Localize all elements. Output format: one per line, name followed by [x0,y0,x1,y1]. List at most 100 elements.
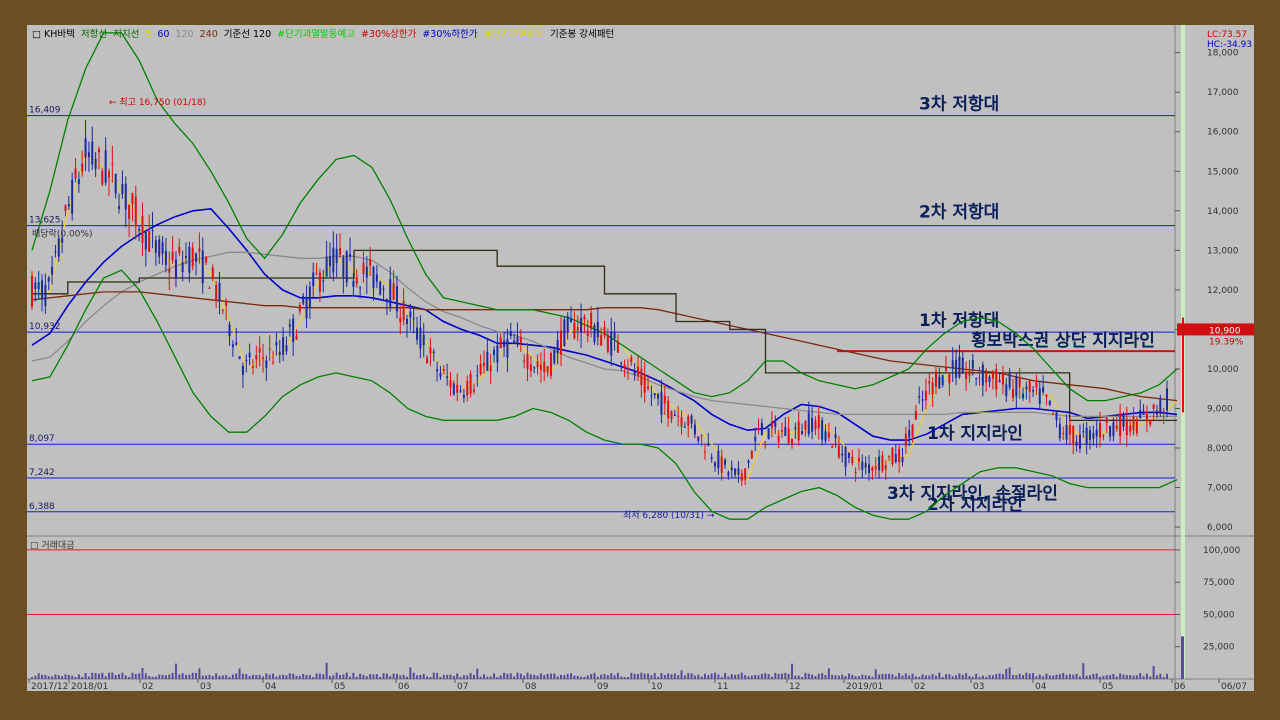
volume-bar [1122,674,1125,679]
candle-body [844,447,847,467]
candle-body [482,362,485,366]
candle-body [228,324,231,337]
volume-bar [1045,673,1048,679]
volume-bar [81,677,84,679]
volume-bar [914,676,917,679]
candle-body [456,384,459,393]
price-tick-label: 17,000 [1207,88,1239,98]
volume-bar [727,676,730,679]
volume-bar [479,676,482,679]
candle-body [97,148,100,153]
volume-bar [1018,673,1021,679]
hc-value: HC:-34.93 [1207,40,1252,50]
volume-bar [667,673,670,679]
candle-body [248,352,251,358]
candle-body [673,414,676,416]
volume-bar [375,674,378,679]
legend-item: #30%하한가 [422,28,478,40]
candle-body [412,318,415,320]
candle-body [91,141,94,165]
volume-bar [533,674,536,679]
volume-bar [526,672,529,679]
candle-body [389,279,392,307]
candle-body [1109,426,1112,437]
candle-body [697,436,700,441]
candle-body [272,362,275,364]
volume-bar [603,673,606,679]
volume-bar [1109,675,1112,679]
volume-bar [1008,667,1011,679]
low-marker: 최저 6,280 (10/31) → [623,510,715,521]
volume-bar [851,674,854,679]
volume-bar [1055,674,1058,679]
volume-bar [630,672,633,679]
candle-body [449,379,452,388]
volume-bar [225,675,228,679]
candle-body [539,364,542,370]
candle-body [754,436,757,442]
volume-bar [164,675,167,679]
candle-body [647,386,650,389]
candle-body [466,380,469,396]
volume-bar [590,674,593,679]
volume-bar [399,675,402,679]
candle-body [616,341,619,353]
volume-bar [275,676,278,679]
volume-bar [861,674,864,679]
volume-bar [606,675,609,679]
candle-body [241,365,244,375]
candle-body [978,377,981,379]
candle-body [128,204,131,220]
date-tick-label: 2017/12 [31,682,68,691]
volume-bar [312,677,315,679]
volume-bar [148,676,151,679]
candle-body [365,266,368,278]
volume-bar [332,675,335,679]
candle-body [101,170,104,185]
candle-body [379,281,382,295]
volume-bar [985,676,988,679]
candle-body [868,464,871,473]
candle-body [375,274,378,282]
date-tick-label: 08 [525,682,537,691]
volume-bar [285,675,288,679]
candle-body [938,376,941,389]
volume-bar [633,673,636,679]
volume-bar [1028,673,1031,679]
volume-bar [1155,675,1158,679]
candle-body [154,240,157,253]
candle-body [198,248,201,252]
volume-bar [894,676,897,679]
candle-body [84,138,87,158]
volume-bar [623,676,626,679]
candle-body [352,281,355,287]
volume-bar [181,673,184,679]
volume-bar [831,674,834,679]
candle-body [355,277,358,284]
volume-bar [744,675,747,679]
volume-plot-bg [27,537,1175,679]
candle-body [151,229,154,231]
candle-body [563,319,566,347]
volume-bar [419,674,422,679]
volume-bar [442,674,445,679]
candle-body [834,434,837,439]
candle-body [77,179,80,185]
volume-bar [586,675,589,679]
volume-bar [730,674,733,679]
candle-body [777,435,780,443]
volume-bar [760,673,763,679]
candle-body [526,354,529,370]
volume-bar [854,676,857,679]
candle-body [402,301,405,321]
candle-body [791,438,794,444]
candle-body [744,468,747,480]
candle-body [847,453,850,458]
price-badge-value: 10,900 [1209,326,1241,336]
volume-tick-label: 75,000 [1203,578,1235,588]
candle-body [54,251,57,253]
candle-body [774,421,777,427]
chart-area: 16,409 3차 저항대 13,625 2차 저항대 10,932 1차 저항대 8,09… [27,25,1254,692]
volume-bar [981,675,984,679]
volume-bar [67,674,70,679]
